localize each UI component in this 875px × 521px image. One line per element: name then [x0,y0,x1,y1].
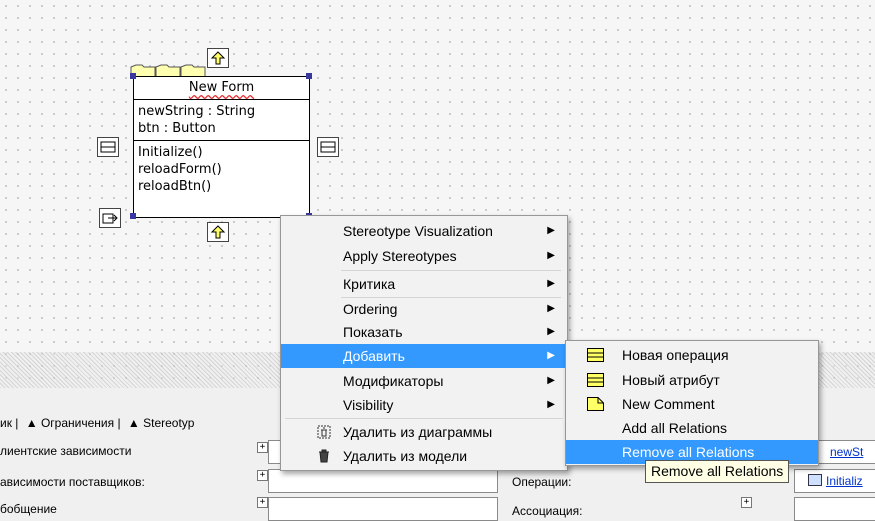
class-name[interactable]: New Form [134,77,309,100]
association-label: Ассоциация: [512,504,583,518]
supplier-dependencies-label: ависимости поставщиков: [0,475,145,489]
comment-icon [587,397,604,411]
menu-item-modifiers[interactable]: Модификаторы ▶ [281,369,567,393]
chevron-right-icon: ▶ [547,399,555,410]
add-dependency-button[interactable] [99,208,121,228]
menu-item-add[interactable]: Добавить ▶ [281,344,567,368]
chevron-right-icon: ▶ [547,326,555,337]
tab-partial[interactable]: ик | [0,416,18,430]
attribute-item[interactable]: btn : Button [138,120,305,137]
supplier-dependencies-field[interactable] [268,469,498,493]
operations-label: Операции: [512,475,572,489]
chevron-right-icon: ▶ [547,375,555,386]
menu-item-new-attribute[interactable]: Новый атрибут [566,368,818,392]
menu-item-new-operation[interactable]: Новая операция [566,343,818,367]
new-operation-icon [587,348,604,362]
chevron-right-icon: ▶ [547,350,555,361]
menu-item-remove-from-model[interactable]: Удалить из модели [281,444,567,468]
menu-item-ordering[interactable]: Ordering ▶ [281,297,567,321]
menu-item-new-comment[interactable]: New Comment [566,392,818,416]
menu-item-critique[interactable]: Критика ▶ [281,272,567,296]
operation-item[interactable]: reloadBtn() [138,178,305,195]
arrow-up-icon [210,225,226,239]
menu-separator [341,270,561,271]
generalization-field[interactable] [268,497,498,521]
operation-link[interactable]: Initializ [826,474,863,488]
chevron-right-icon: ▶ [547,250,555,261]
chevron-right-icon: ▶ [547,225,555,236]
context-menu: Stereotype Visualization ▶ Apply Stereoty… [280,215,568,471]
expand-icon[interactable]: + [741,497,752,508]
arrow-up-icon [210,51,226,65]
menu-item-visibility[interactable]: Visibility ▶ [281,393,567,417]
client-dependencies-label: лиентские зависимости [0,444,132,458]
add-subclass-button[interactable] [207,222,229,242]
trash-icon [319,449,329,463]
resize-handle[interactable] [130,73,136,79]
tooltip: Remove all Relations [645,460,790,483]
add-submenu: Новая операция Новый атрибут New Comment… [565,340,819,466]
menu-item-apply-stereotypes[interactable]: Apply Stereotypes ▶ [281,244,567,268]
menu-item-stereotype-visualization[interactable]: Stereotype Visualization ▶ [281,219,567,243]
add-superclass-button[interactable] [207,48,229,68]
attribute-item[interactable]: newString : String [138,103,305,120]
expand-icon[interactable]: + [257,470,268,481]
operation-icon [808,474,822,486]
operation-item[interactable]: Initialize() [138,144,305,161]
menu-item-show[interactable]: Показать ▶ [281,320,567,344]
tab-stereotypes[interactable]: ▲ Stereotyp [128,416,195,430]
attribute-link[interactable]: newSt [830,445,863,459]
association-icon [320,141,336,153]
resize-handle[interactable] [130,213,136,219]
association-field[interactable] [794,497,875,521]
add-association-left-button[interactable] [97,137,119,157]
expand-icon[interactable]: + [257,442,268,453]
operation-item[interactable]: reloadForm() [138,161,305,178]
menu-item-add-all-relations[interactable]: Add all Relations [566,416,818,440]
dependency-icon [102,213,118,224]
class-attributes: newString : String btn : Button [134,100,309,141]
add-association-right-button[interactable] [317,137,339,157]
menu-separator [285,418,563,419]
new-attribute-icon [587,373,604,387]
class-box[interactable]: New Form newString : String btn : Button… [133,76,310,218]
chevron-right-icon: ▶ [547,303,555,314]
property-tabs: ик | ▲ Ограничения | ▲ Stereotyp [0,412,198,434]
delete-from-diagram-icon [317,425,331,439]
chevron-right-icon: ▶ [547,278,555,289]
tab-constraints[interactable]: ▲ Ограничения | [26,416,121,430]
menu-item-remove-from-diagram[interactable]: Удалить из диаграммы [281,420,567,444]
expand-icon[interactable]: + [257,497,268,508]
resize-handle[interactable] [306,73,312,79]
association-icon [100,141,116,153]
class-operations: Initialize() reloadForm() reloadBtn() [134,141,309,198]
